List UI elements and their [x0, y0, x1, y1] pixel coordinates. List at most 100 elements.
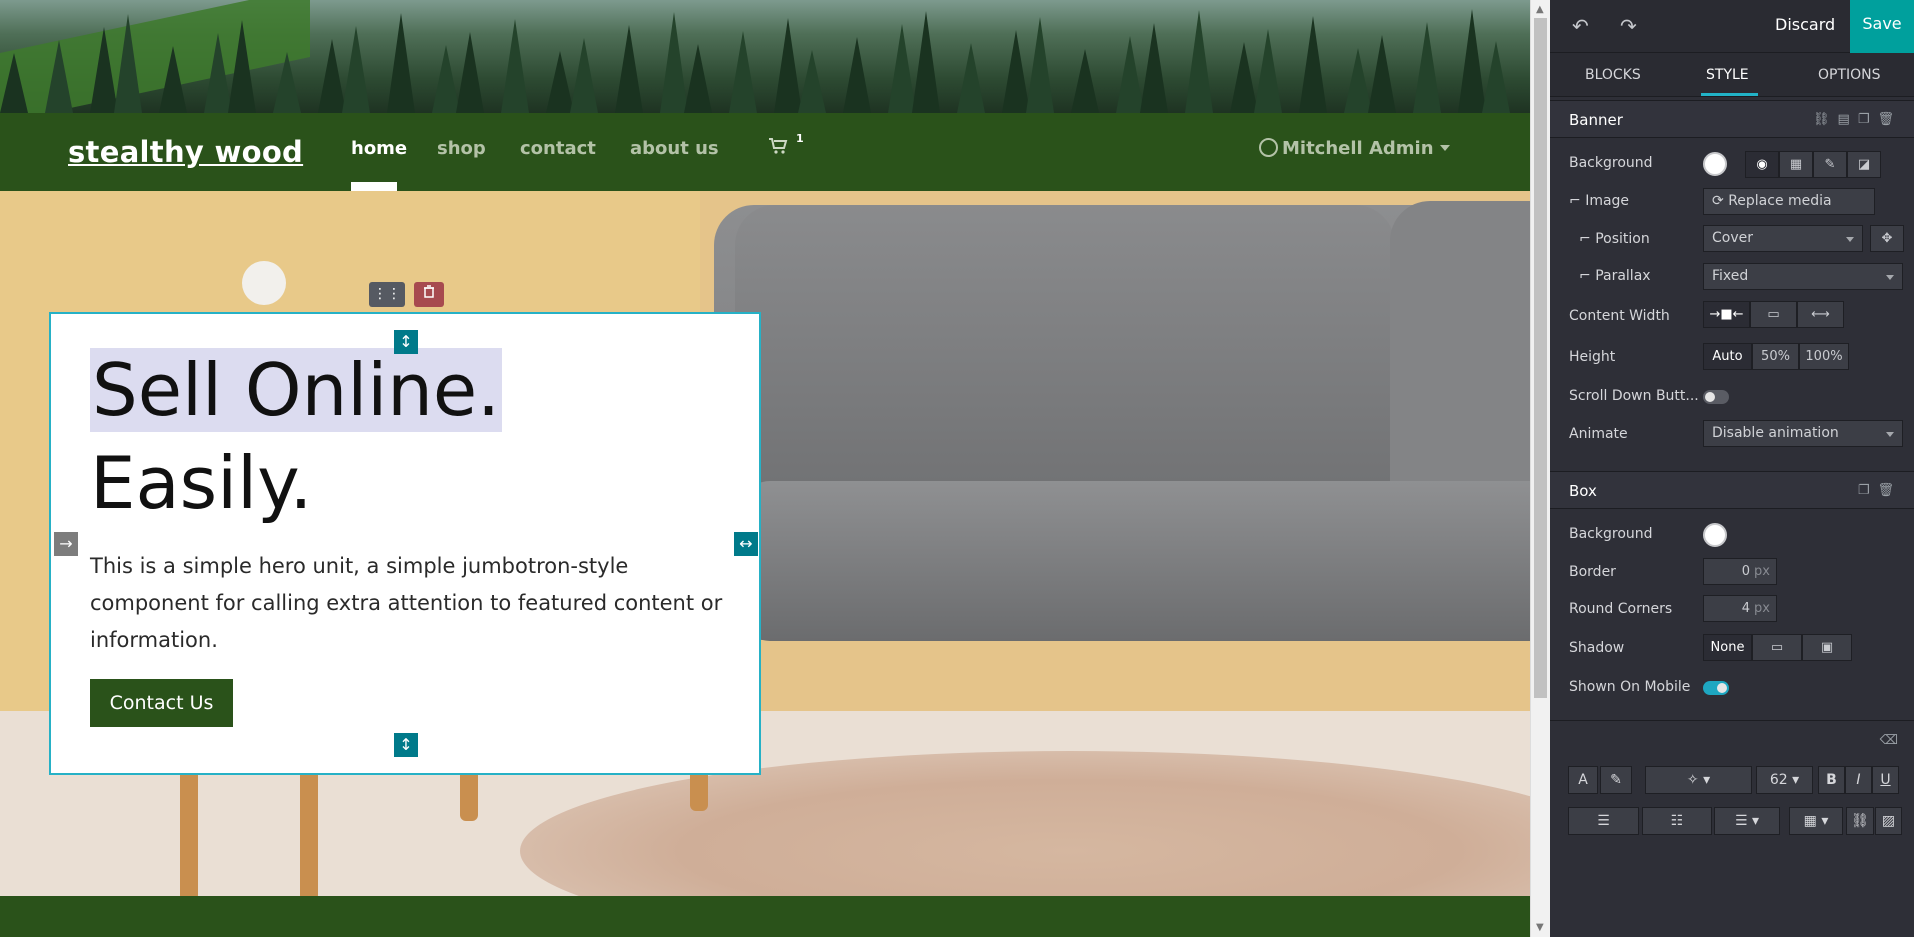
- background-label: Background: [1569, 155, 1653, 171]
- box-background-label: Background: [1569, 526, 1653, 542]
- align-dropdown-icon[interactable]: ☰ ▾: [1714, 807, 1780, 835]
- resize-left-handle-icon[interactable]: →: [54, 532, 78, 556]
- tab-options[interactable]: OPTIONS: [1818, 67, 1881, 83]
- video-bg-icon[interactable]: ▦: [1779, 151, 1813, 178]
- table-dropdown-icon[interactable]: ▦ ▾: [1789, 807, 1843, 835]
- redo-icon[interactable]: ↷: [1620, 14, 1637, 38]
- trash-icon[interactable]: 🗑: [1877, 483, 1902, 498]
- tree-shape: [843, 37, 871, 113]
- style-dropdown-icon[interactable]: ✧ ▾: [1645, 766, 1752, 794]
- height-100[interactable]: 100%: [1799, 343, 1849, 370]
- tree-shape: [684, 44, 712, 113]
- chevron-down-icon: [1886, 275, 1894, 280]
- banner-section-header: Banner ⛓▤❐🗑: [1550, 100, 1914, 138]
- tab-blocks[interactable]: BLOCKS: [1585, 67, 1641, 83]
- shadow-outset-icon[interactable]: ▭: [1752, 634, 1802, 661]
- tree-shape: [798, 50, 826, 113]
- save-block-icon[interactable]: ▤: [1838, 112, 1858, 127]
- round-corners-label: Round Corners: [1569, 601, 1673, 617]
- hero-title[interactable]: Sell Online. Easily.: [90, 344, 503, 530]
- height-50[interactable]: 50%: [1752, 343, 1799, 370]
- tree-shape: [1413, 22, 1441, 113]
- scroll-down-arrow-icon[interactable]: ▼: [1536, 922, 1544, 933]
- underline-icon[interactable]: U: [1872, 766, 1899, 794]
- scroll-up-arrow-icon[interactable]: ▲: [1536, 4, 1544, 15]
- toggle-knob: [1705, 392, 1715, 402]
- hero-title-line2[interactable]: Easily.: [90, 441, 312, 525]
- width-narrow-icon[interactable]: →■←: [1703, 301, 1750, 328]
- toggle-knob: [1717, 683, 1727, 693]
- gradient-bg-icon[interactable]: ◪: [1847, 151, 1881, 178]
- highlight-brush-icon[interactable]: ✎: [1600, 766, 1632, 794]
- crosshair-icon[interactable]: ✥: [1870, 225, 1904, 252]
- box-background-swatch[interactable]: [1703, 523, 1727, 547]
- image-bg-icon[interactable]: ◉: [1745, 151, 1779, 178]
- image-label-text: Image: [1585, 193, 1630, 209]
- nav-contact[interactable]: contact: [520, 138, 596, 159]
- hero-content-box[interactable]: Sell Online. Easily. This is a simple he…: [49, 312, 761, 775]
- border-width-input[interactable]: 0 px: [1703, 558, 1777, 585]
- font-color-icon[interactable]: A: [1568, 766, 1598, 794]
- page-scroll-thumb[interactable]: [1534, 18, 1547, 698]
- border-label: Border: [1569, 564, 1616, 580]
- undo-icon[interactable]: ↶: [1572, 14, 1589, 38]
- background-color-swatch[interactable]: [1703, 152, 1727, 176]
- user-avatar-icon: [1259, 138, 1278, 157]
- page-scrollbar[interactable]: ▲ ▼: [1530, 0, 1550, 937]
- tree-shape: [1368, 35, 1396, 113]
- font-size-dropdown[interactable]: 62 ▾: [1756, 766, 1813, 794]
- tree-shape: [342, 26, 370, 113]
- tree-shape: [456, 32, 484, 113]
- shadow-inset-icon[interactable]: ▣: [1802, 634, 1852, 661]
- numbered-list-icon[interactable]: ☷: [1642, 807, 1712, 835]
- position-select[interactable]: Cover: [1703, 225, 1863, 252]
- scroll-down-toggle[interactable]: [1703, 390, 1729, 404]
- save-button[interactable]: Save: [1850, 0, 1914, 53]
- shown-on-mobile-toggle[interactable]: [1703, 681, 1729, 695]
- tree-shape: [1071, 49, 1099, 113]
- animate-label: Animate: [1569, 426, 1628, 442]
- height-auto[interactable]: Auto: [1703, 343, 1752, 370]
- tree-shape: [501, 19, 529, 113]
- move-handle-button[interactable]: ⋮⋮: [369, 282, 405, 307]
- link-icon[interactable]: ⛓: [1846, 807, 1874, 835]
- bullet-list-icon[interactable]: ☰: [1568, 807, 1639, 835]
- hero-title-line1[interactable]: Sell Online.: [90, 348, 503, 432]
- editor-panel: ↶ ↷ Discard Save BLOCKS STYLE OPTIONS Ba…: [1550, 0, 1914, 937]
- eraser-icon[interactable]: ⌫: [1880, 733, 1898, 748]
- nav-shop[interactable]: shop: [437, 138, 486, 159]
- trash-icon[interactable]: 🗑: [1877, 112, 1902, 127]
- duplicate-icon[interactable]: ❐: [1858, 483, 1878, 498]
- hero-description[interactable]: This is a simple hero unit, a simple jum…: [90, 548, 730, 659]
- link-icon[interactable]: ⛓: [1813, 112, 1838, 127]
- tree-shape: [615, 25, 643, 113]
- parallax-select[interactable]: Fixed: [1703, 263, 1903, 290]
- discard-button[interactable]: Discard: [1775, 15, 1835, 34]
- tree-shape: [159, 46, 187, 113]
- media-icon[interactable]: ▨: [1875, 807, 1902, 835]
- tree-shape: [912, 11, 940, 113]
- duplicate-icon[interactable]: ❐: [1858, 112, 1878, 127]
- round-corners-input[interactable]: 4 px: [1703, 595, 1777, 622]
- site-logo[interactable]: stealthy wood: [68, 135, 303, 169]
- cart-icon[interactable]: [768, 137, 788, 160]
- contact-us-button[interactable]: Contact Us: [90, 679, 233, 727]
- delete-block-button[interactable]: [414, 282, 444, 307]
- user-menu[interactable]: Mitchell Admin: [1259, 138, 1450, 159]
- height-options: Auto 50% 100%: [1703, 343, 1849, 370]
- width-full-icon[interactable]: ⟷: [1797, 301, 1844, 328]
- position-value: Cover: [1712, 230, 1753, 246]
- replace-media-button[interactable]: ⟳ Replace media: [1703, 188, 1875, 215]
- shadow-none[interactable]: None: [1703, 634, 1752, 661]
- resize-top-handle-icon[interactable]: ↕: [394, 330, 418, 354]
- brush-bg-icon[interactable]: ✎: [1813, 151, 1847, 178]
- italic-icon[interactable]: I: [1845, 766, 1872, 794]
- bold-icon[interactable]: B: [1818, 766, 1845, 794]
- width-regular-icon[interactable]: ▭: [1750, 301, 1797, 328]
- resize-right-handle-icon[interactable]: ↔: [734, 532, 758, 556]
- resize-bottom-handle-icon[interactable]: ↕: [394, 733, 418, 757]
- animate-select[interactable]: Disable animation: [1703, 420, 1903, 447]
- nav-home[interactable]: home: [351, 138, 407, 159]
- nav-about-us[interactable]: about us: [630, 138, 719, 159]
- tab-style[interactable]: STYLE: [1706, 67, 1749, 83]
